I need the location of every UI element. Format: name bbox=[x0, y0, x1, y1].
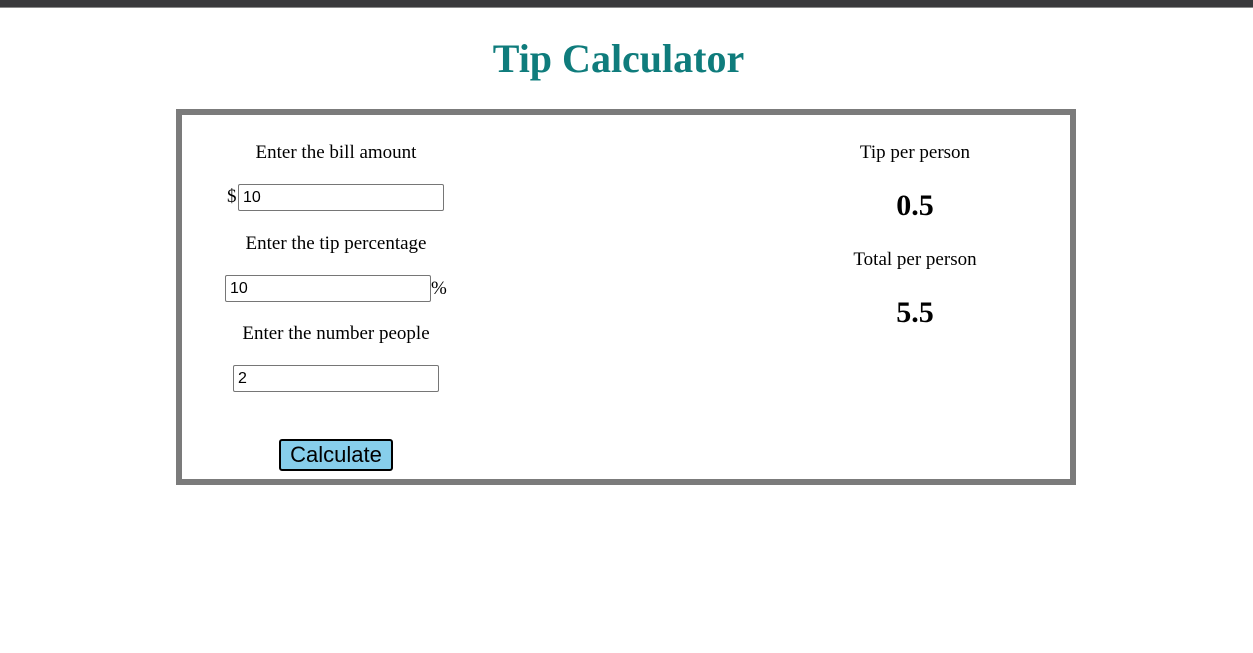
total-per-person-value: 5.5 bbox=[896, 296, 934, 329]
total-per-person-label: Total per person bbox=[853, 249, 977, 270]
dollar-sign: $ bbox=[227, 186, 237, 207]
tip-per-person-value: 0.5 bbox=[896, 189, 934, 222]
tip-percentage-input[interactable] bbox=[225, 275, 431, 302]
number-people-label: Enter the number people bbox=[242, 323, 430, 344]
page-title: Tip Calculator bbox=[492, 36, 745, 81]
percent-sign: % bbox=[431, 278, 447, 299]
bill-amount-label: Enter the bill amount bbox=[255, 142, 417, 163]
number-people-input[interactable] bbox=[233, 365, 439, 392]
tip-per-person-label: Tip per person bbox=[859, 142, 971, 163]
bill-amount-input[interactable] bbox=[238, 184, 444, 211]
tip-percentage-label: Enter the tip percentage bbox=[245, 233, 427, 254]
calculate-button[interactable]: Calculate bbox=[279, 439, 393, 471]
browser-top-bar bbox=[0, 0, 1253, 8]
